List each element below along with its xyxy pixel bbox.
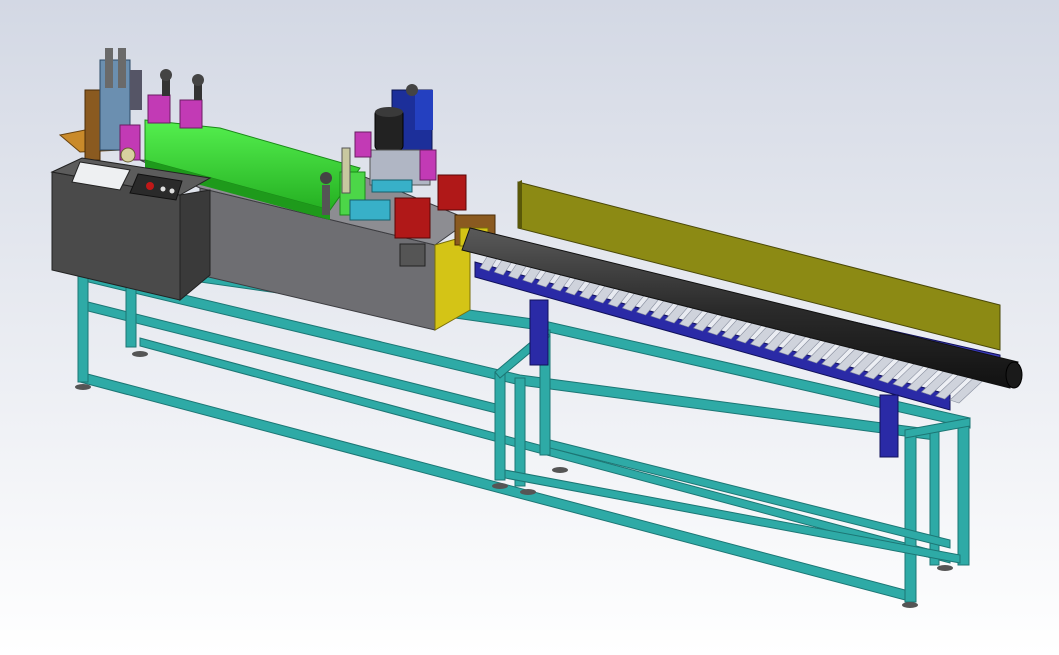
leveling-foot: [902, 602, 918, 608]
machine-drawing: [0, 0, 1059, 655]
emergency-stop-button: [146, 182, 154, 190]
teal-plate: [349, 199, 391, 221]
knob-icon: [160, 69, 172, 81]
magenta-clamp: [354, 131, 372, 158]
leveling-foot: [75, 384, 91, 390]
indicator-light: [160, 186, 166, 192]
knob-icon: [192, 74, 204, 86]
motor-top: [375, 107, 403, 117]
bracket: [130, 70, 142, 110]
leveling-foot: [937, 565, 953, 571]
cad-viewport: [0, 0, 1059, 655]
frame-leg: [494, 371, 506, 481]
blue-mount: [415, 90, 433, 130]
bracket: [118, 48, 126, 88]
post: [322, 185, 330, 215]
magenta-clamp: [147, 94, 171, 124]
leveling-foot: [492, 483, 508, 489]
frame-leg: [77, 269, 89, 383]
bracket: [84, 89, 101, 161]
frame-leg: [957, 419, 970, 566]
post: [341, 147, 351, 194]
magenta-clamp: [179, 99, 203, 129]
knob-icon: [406, 84, 418, 96]
frame-leg: [514, 377, 526, 487]
red-guard: [394, 197, 431, 239]
knob-icon: [320, 172, 332, 184]
red-guard: [437, 174, 467, 211]
indicator-light: [169, 188, 175, 194]
frame-leg: [125, 284, 137, 348]
leveling-foot: [552, 467, 568, 473]
roller-wheel: [120, 147, 136, 163]
bracket: [105, 48, 113, 88]
red-guard: [419, 149, 437, 181]
pipe-end: [1005, 361, 1023, 389]
leveling-foot: [520, 489, 536, 495]
teal-plate: [371, 179, 413, 193]
frame-leg: [904, 429, 917, 603]
conveyor-support: [879, 394, 899, 458]
conveyor-support: [529, 299, 549, 366]
connector-box: [399, 243, 426, 267]
leveling-foot: [132, 351, 148, 357]
